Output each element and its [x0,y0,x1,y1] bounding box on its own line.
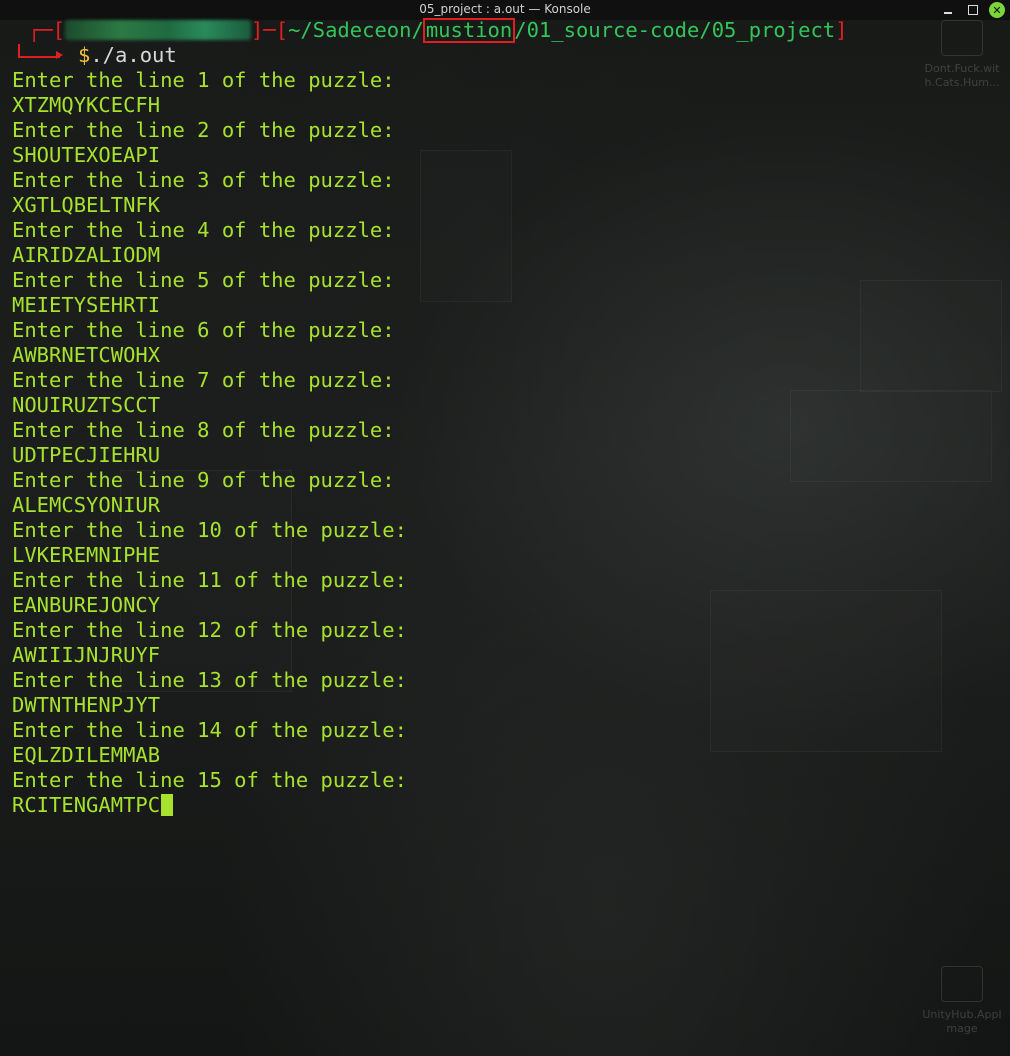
desktop-icon-label: h.Cats.Hum... [924,76,1000,89]
desktop-icon-label: mage [946,1022,978,1035]
wallpaper-shape [420,150,512,302]
output-line: AWIIIJNJRUYF [12,643,161,667]
output-line: EANBUREJONCY [12,593,161,617]
window-title: 05_project : a.out — Konsole [419,2,591,16]
output-line: NOUIRUZTSCCT [12,393,161,417]
command-line: $./a.out [78,43,177,68]
video-file-icon [941,20,983,56]
desktop-icon-label: Dont.Fuck.wit [924,62,1000,75]
output-line: Enter the line 1 of the puzzle: [12,68,395,92]
desktop-icon-label: UnityHub.AppI [922,1008,1002,1021]
maximize-icon [968,5,978,15]
output-line: Enter the line 7 of the puzzle: [12,368,395,392]
output-line: ALEMCSYONIUR [12,493,161,517]
current-input-text: RCITENGAMTPC [12,793,161,817]
desktop-icon-unityhub[interactable]: UnityHub.AppI mage [917,966,1007,1036]
path-suffix: /01_source-code/05_project [514,18,836,42]
output-line: Enter the line 10 of the puzzle: [12,518,407,542]
minimize-icon [944,12,952,14]
close-icon: ✕ [992,3,1002,17]
redacted-username [65,20,252,40]
output-line: Enter the line 15 of the puzzle: [12,768,407,792]
input-line[interactable]: RCITENGAMTPC [12,793,407,818]
output-line: Enter the line 11 of the puzzle: [12,568,407,592]
desktop-icon-video[interactable]: Dont.Fuck.wit h.Cats.Hum... [917,20,1007,90]
output-line: Enter the line 13 of the puzzle: [12,668,407,692]
output-line: XTZMQYKCECFH [12,93,161,117]
output-line: Enter the line 5 of the puzzle: [12,268,395,292]
output-line: DWTNTHENPJYT [12,693,161,717]
wallpaper-shape [790,390,992,482]
appimage-icon [941,966,983,1002]
konsole-window: Dont.Fuck.wit h.Cats.Hum... UnityHub.App… [0,0,1010,1056]
output-line: AIRIDZALIODM [12,243,161,267]
title-bar[interactable]: 05_project : a.out — Konsole ✕ [0,0,1010,20]
terminal-output[interactable]: Enter the line 1 of the puzzle: XTZMQYKC… [12,68,407,818]
output-line: SHOUTEXOEAPI [12,143,161,167]
output-line: Enter the line 4 of the puzzle: [12,218,395,242]
wallpaper-shape [710,590,942,752]
close-button[interactable]: ✕ [989,2,1005,18]
output-line: Enter the line 12 of the puzzle: [12,618,407,642]
output-line: UDTPECJIEHRU [12,443,161,467]
output-line: MEIETYSEHRTI [12,293,161,317]
output-line: LVKEREMNIPHE [12,543,161,567]
prompt-open-bracket: ┌─[ [28,18,66,42]
shell-prompt-line: ┌─[ ]─[~/Sadeceon/mustion/01_source-code/… [28,18,847,43]
command-text: ./a.out [90,43,177,67]
output-line: XGTLQBELTNFK [12,193,161,217]
output-line: Enter the line 3 of the puzzle: [12,168,395,192]
wallpaper-shape [860,280,1002,392]
text-cursor [161,794,174,816]
minimize-button[interactable] [940,2,956,18]
output-line: Enter the line 9 of the puzzle: [12,468,395,492]
prompt-separator: ]─[ [251,18,289,42]
path-highlighted-segment: mustion [422,18,516,43]
output-line: Enter the line 8 of the puzzle: [12,418,395,442]
path-prefix: ~/Sadeceon/ [288,18,424,42]
prompt-dollar: $ [78,43,91,67]
maximize-button[interactable] [965,2,981,18]
prompt-close-bracket: ] [835,18,848,42]
output-line: AWBRNETCWOHX [12,343,161,367]
output-line: Enter the line 2 of the puzzle: [12,118,395,142]
output-line: Enter the line 14 of the puzzle: [12,718,407,742]
prompt-arrow-icon [56,51,63,59]
output-line: Enter the line 6 of the puzzle: [12,318,395,342]
prompt-connector-line [18,44,60,58]
output-line: EQLZDILEMMAB [12,743,161,767]
